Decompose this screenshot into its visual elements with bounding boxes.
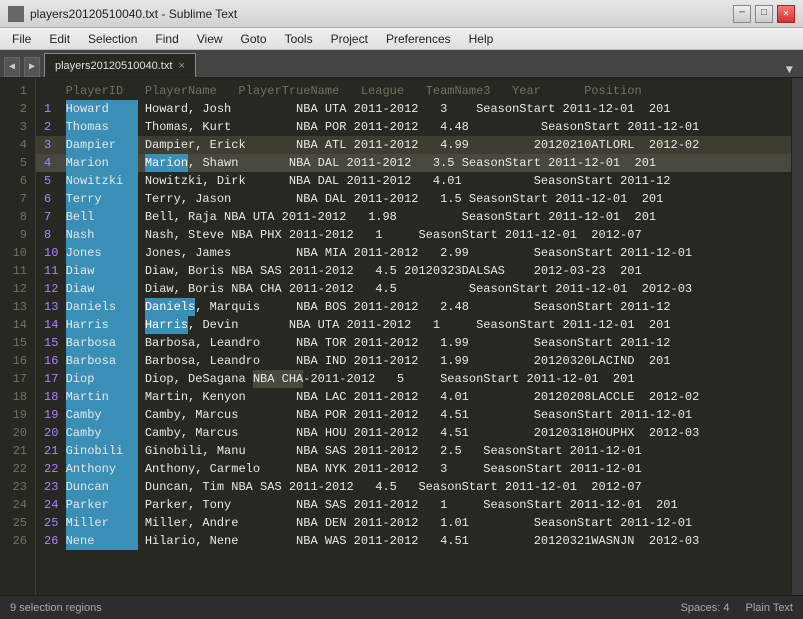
menubar: File Edit Selection Find View Goto Tools… <box>0 28 803 50</box>
window-controls[interactable]: ─ □ ✕ <box>733 5 795 23</box>
code-line-8: 7 Bell Bell, Raja NBA UTA 2011-2012 1.98… <box>36 208 791 226</box>
code-line-9: 8 Nash Nash, Steve NBA PHX 2011-2012 1 S… <box>36 226 791 244</box>
line-num-20: 20 <box>4 424 27 442</box>
close-button[interactable]: ✕ <box>777 5 795 23</box>
status-selections: 9 selection regions <box>10 602 102 614</box>
line-num-18: 18 <box>4 388 27 406</box>
code-line-18: 18 Martin Martin, Kenyon NBA LAC 2011-20… <box>36 388 791 406</box>
code-line-5: 4 Marion Marion, Shawn NBA DAL 2011-2012… <box>36 154 791 172</box>
line-numbers: 1 2 3 4 5 6 7 8 9 10 11 12 13 14 15 16 1… <box>0 78 36 595</box>
menu-view[interactable]: View <box>189 30 231 48</box>
app-icon <box>8 6 24 22</box>
code-line-26: 26 Nene Hilario, Nene NBA WAS 2011-2012 … <box>36 532 791 550</box>
line-num-23: 23 <box>4 478 27 496</box>
titlebar: players20120510040.txt - Sublime Text ─ … <box>0 0 803 28</box>
code-line-4: 3 Dampier Dampier, Erick NBA ATL 2011-20… <box>36 136 791 154</box>
line-num-19: 19 <box>4 406 27 424</box>
tab-nav-prev[interactable]: ◀ <box>4 57 20 77</box>
statusbar: 9 selection regions Spaces: 4 Plain Text <box>0 595 803 619</box>
scrollbar-vertical[interactable] <box>791 78 803 595</box>
code-line-20: 20 Camby Camby, Marcus NBA HOU 2011-2012… <box>36 424 791 442</box>
code-line-23: 23 Duncan Duncan, Tim NBA SAS 2011-2012 … <box>36 478 791 496</box>
code-line-6: 5 Nowitzki Nowitzki, Dirk NBA DAL 2011-2… <box>36 172 791 190</box>
line-num-15: 15 <box>4 334 27 352</box>
code-line-1: PlayerID PlayerName PlayerTrueName Leagu… <box>36 82 791 100</box>
code-area[interactable]: PlayerID PlayerName PlayerTrueName Leagu… <box>36 78 791 595</box>
line-num-17: 17 <box>4 370 27 388</box>
line-num-11: 11 <box>4 262 27 280</box>
tab-active[interactable]: players20120510040.txt × <box>44 53 196 77</box>
code-line-24: 24 Parker Parker, Tony NBA SAS 2011-2012… <box>36 496 791 514</box>
menu-goto[interactable]: Goto <box>233 30 275 48</box>
maximize-button[interactable]: □ <box>755 5 773 23</box>
menu-help[interactable]: Help <box>461 30 502 48</box>
code-line-10: 10 Jones Jones, James NBA MIA 2011-2012 … <box>36 244 791 262</box>
menu-find[interactable]: Find <box>147 30 186 48</box>
editor: 1 2 3 4 5 6 7 8 9 10 11 12 13 14 15 16 1… <box>0 78 803 595</box>
tab-nav-next[interactable]: ▶ <box>24 57 40 77</box>
line-num-3: 3 <box>4 118 27 136</box>
line-num-10: 10 <box>4 244 27 262</box>
code-line-16: 16 Barbosa Barbosa, Leandro NBA IND 2011… <box>36 352 791 370</box>
line-num-14: 14 <box>4 316 27 334</box>
menu-preferences[interactable]: Preferences <box>378 30 459 48</box>
code-line-21: 21 Ginobili Ginobili, Manu NBA SAS 2011-… <box>36 442 791 460</box>
line-num-16: 16 <box>4 352 27 370</box>
menu-file[interactable]: File <box>4 30 39 48</box>
code-line-15: 15 Barbosa Barbosa, Leandro NBA TOR 2011… <box>36 334 791 352</box>
titlebar-left: players20120510040.txt - Sublime Text <box>8 6 237 22</box>
line-num-2: 2 <box>4 100 27 118</box>
menu-selection[interactable]: Selection <box>80 30 145 48</box>
code-line-14: 14 Harris Harris, Devin NBA UTA 2011-201… <box>36 316 791 334</box>
line-num-13: 13 <box>4 298 27 316</box>
menu-tools[interactable]: Tools <box>277 30 321 48</box>
menu-project[interactable]: Project <box>323 30 376 48</box>
status-right: Spaces: 4 Plain Text <box>681 602 793 614</box>
tabbar-right: ▼ <box>780 63 799 77</box>
minimize-button[interactable]: ─ <box>733 5 751 23</box>
code-line-17: 17 Diop Diop, DeSagana NBA CHA-2011-2012… <box>36 370 791 388</box>
line-num-4: 4 <box>4 136 27 154</box>
line-num-26: 26 <box>4 532 27 550</box>
code-line-7: 6 Terry Terry, Jason NBA DAL 2011-2012 1… <box>36 190 791 208</box>
line-num-24: 24 <box>4 496 27 514</box>
tab-dropdown[interactable]: ▼ <box>780 63 799 77</box>
line-num-21: 21 <box>4 442 27 460</box>
line-num-12: 12 <box>4 280 27 298</box>
window-title: players20120510040.txt - Sublime Text <box>30 7 237 21</box>
code-line-2: 1 Howard Howard, Josh NBA UTA 2011-2012 … <box>36 100 791 118</box>
tabbar: ◀ ▶ players20120510040.txt × ▼ <box>0 50 803 78</box>
line-num-5: 5 <box>4 154 27 172</box>
line-num-1: 1 <box>4 82 27 100</box>
menu-edit[interactable]: Edit <box>41 30 78 48</box>
code-line-11: 11 Diaw Diaw, Boris NBA SAS 2011-2012 4.… <box>36 262 791 280</box>
line-num-6: 6 <box>4 172 27 190</box>
code-line-19: 19 Camby Camby, Marcus NBA POR 2011-2012… <box>36 406 791 424</box>
code-line-13: 13 Daniels Daniels, Marquis NBA BOS 2011… <box>36 298 791 316</box>
code-line-3: 2 Thomas Thomas, Kurt NBA POR 2011-2012 … <box>36 118 791 136</box>
line-num-8: 8 <box>4 208 27 226</box>
status-spaces[interactable]: Spaces: 4 <box>681 602 730 614</box>
line-num-22: 22 <box>4 460 27 478</box>
line-num-25: 25 <box>4 514 27 532</box>
line-num-9: 9 <box>4 226 27 244</box>
code-line-12: 12 Diaw Diaw, Boris NBA CHA 2011-2012 4.… <box>36 280 791 298</box>
code-line-22: 22 Anthony Anthony, Carmelo NBA NYK 2011… <box>36 460 791 478</box>
tab-close-button[interactable]: × <box>178 60 184 72</box>
tab-label: players20120510040.txt <box>55 60 172 72</box>
line-num-7: 7 <box>4 190 27 208</box>
code-line-25: 25 Miller Miller, Andre NBA DEN 2011-201… <box>36 514 791 532</box>
status-file-type[interactable]: Plain Text <box>746 602 794 614</box>
